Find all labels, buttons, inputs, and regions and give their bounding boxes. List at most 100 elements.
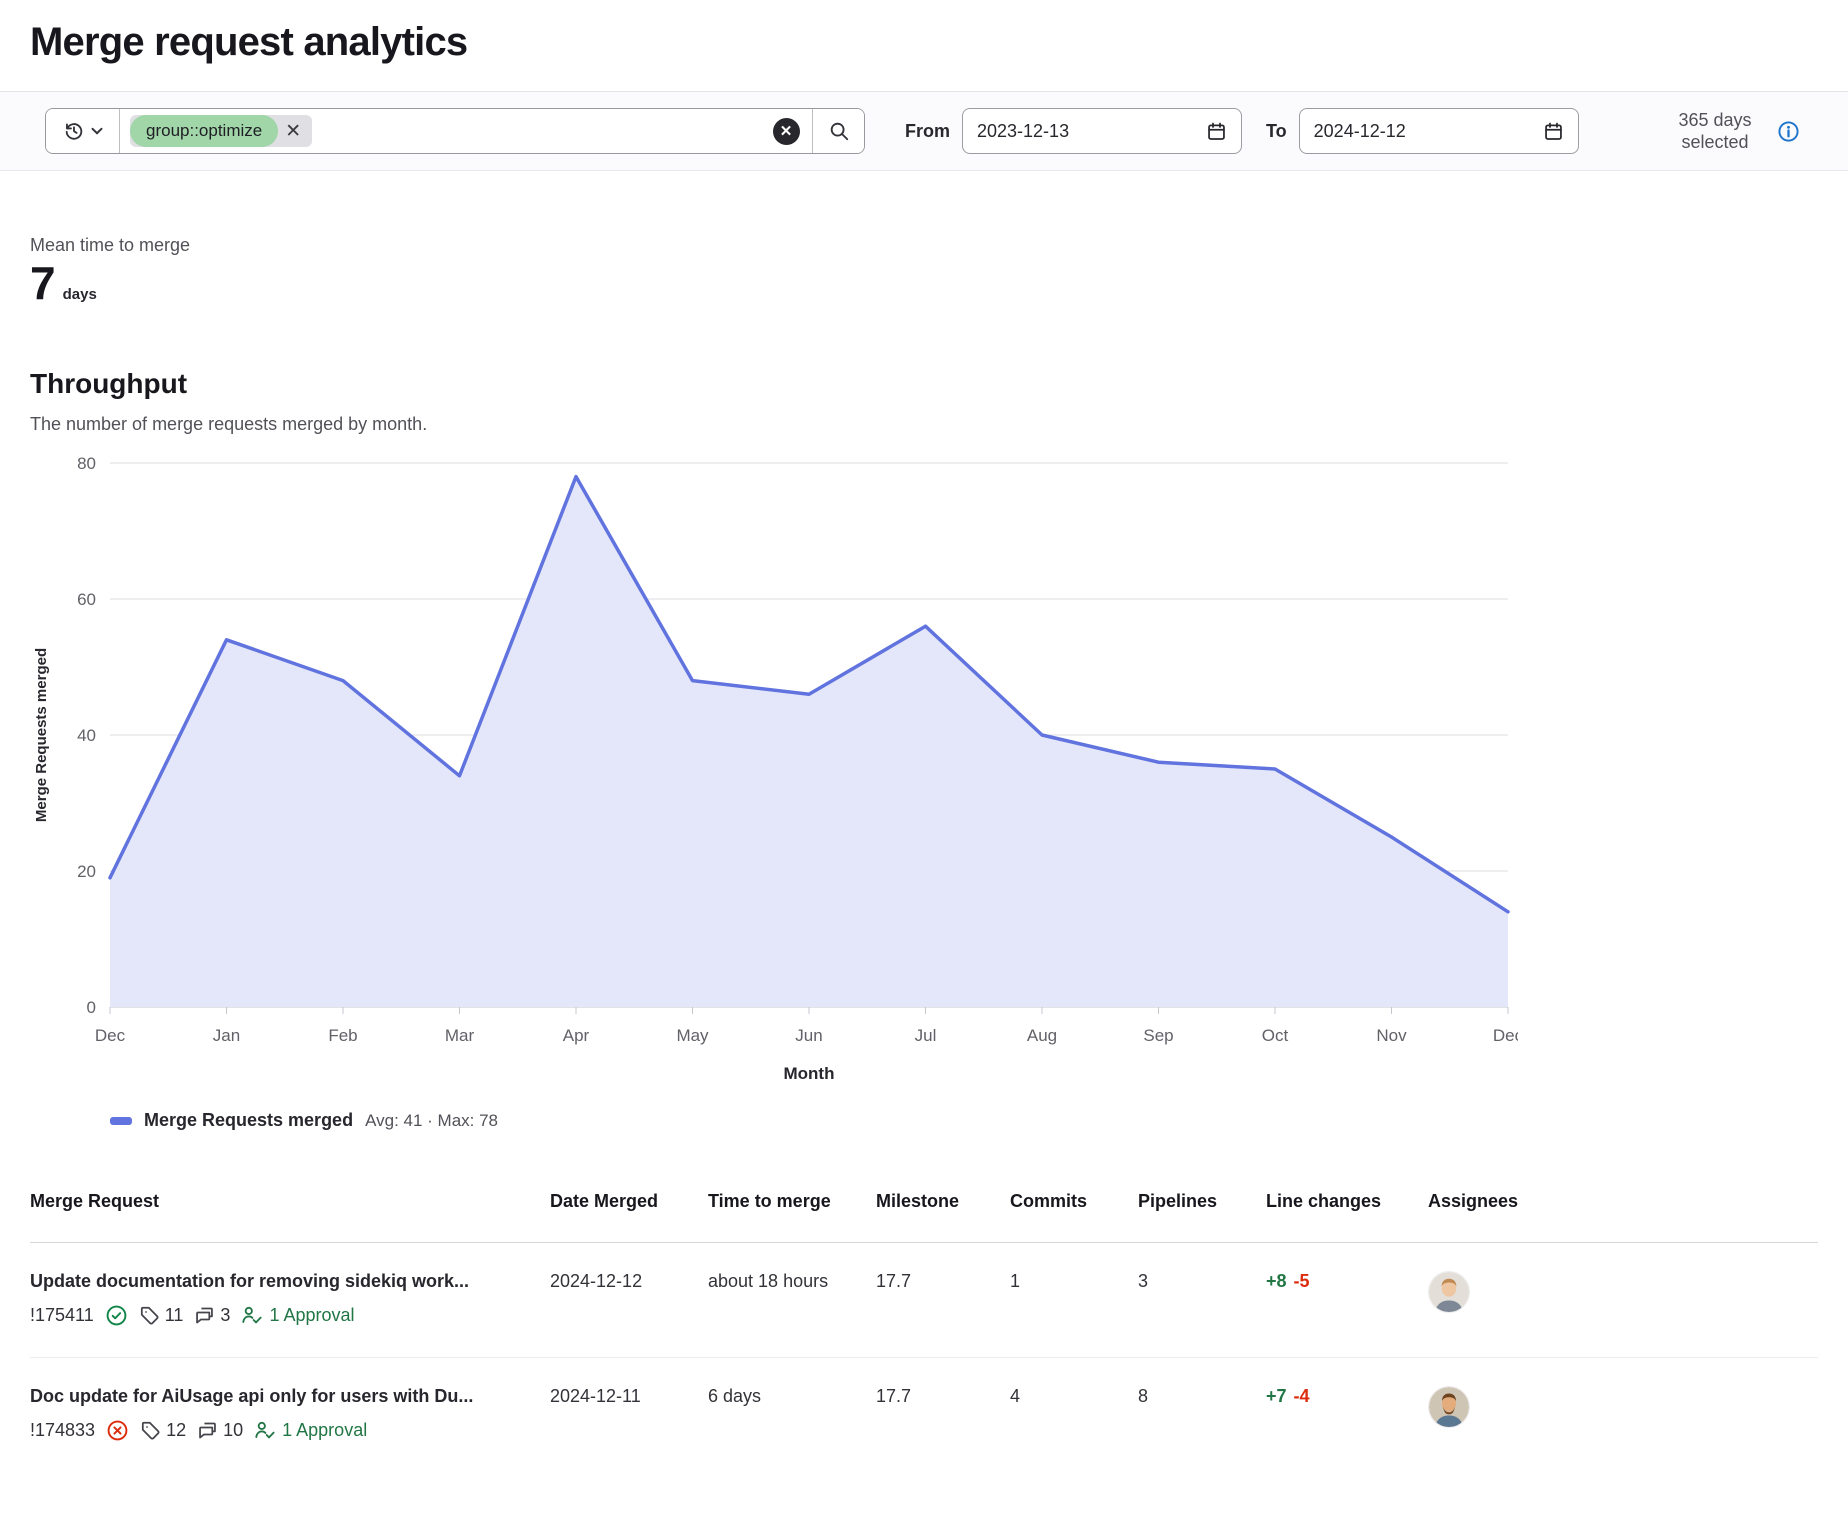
mr-id: !174833 — [30, 1420, 95, 1441]
col-milestone: Milestone — [876, 1177, 1010, 1243]
search-icon — [828, 120, 850, 142]
commits-cell: 1 — [1010, 1243, 1138, 1358]
filter-token-label[interactable]: group::optimize — [130, 115, 278, 147]
search-history-dropdown[interactable] — [46, 109, 120, 153]
date-merged-cell: 2024-12-11 — [550, 1358, 708, 1473]
comments-icon — [194, 1305, 215, 1326]
to-label: To — [1266, 121, 1287, 142]
throughput-description: The number of merge requests merged by m… — [30, 414, 1818, 435]
svg-text:Month: Month — [784, 1064, 835, 1083]
col-time-to-merge: Time to merge — [708, 1177, 876, 1243]
labels-count: 12 — [166, 1420, 186, 1441]
svg-text:80: 80 — [77, 454, 96, 473]
from-date-input[interactable]: 2023-12-13 — [962, 108, 1242, 154]
chevron-down-icon — [91, 127, 103, 135]
to-date-value: 2024-12-12 — [1314, 121, 1543, 142]
history-icon — [63, 120, 85, 142]
throughput-chart-wrap: 020406080DecJanFebMarAprMayJunJulAugSepO… — [30, 451, 1818, 1104]
svg-text:Jan: Jan — [213, 1026, 240, 1045]
calendar-icon[interactable] — [1543, 121, 1564, 142]
approvals-link[interactable]: 1 Approval — [241, 1305, 354, 1327]
svg-text:40: 40 — [77, 726, 96, 745]
legend-label: Merge Requests merged — [144, 1110, 353, 1131]
calendar-icon[interactable] — [1206, 121, 1227, 142]
throughput-heading: Throughput — [30, 368, 1818, 400]
token-remove-button[interactable]: ✕ — [278, 116, 308, 146]
from-label: From — [905, 121, 950, 142]
page-title: Merge request analytics — [30, 20, 1818, 65]
svg-text:May: May — [676, 1026, 709, 1045]
svg-text:Nov: Nov — [1376, 1026, 1407, 1045]
table-row: Update documentation for removing sideki… — [30, 1243, 1818, 1358]
svg-text:Sep: Sep — [1143, 1026, 1173, 1045]
svg-text:Mar: Mar — [445, 1026, 475, 1045]
line-changes-cell: +8 -5 — [1266, 1243, 1428, 1358]
stat-unit: days — [63, 286, 97, 303]
col-assignees: Assignees — [1428, 1177, 1818, 1243]
legend-swatch-icon — [110, 1117, 132, 1125]
x-circle-icon — [106, 1419, 129, 1442]
assignee-avatar[interactable] — [1428, 1386, 1470, 1428]
pipelines-cell: 8 — [1138, 1358, 1266, 1473]
approval-icon — [254, 1420, 276, 1442]
chart-legend: Merge Requests merged Avg: 41 · Max: 78 — [110, 1110, 1818, 1131]
time-to-merge-cell: about 18 hours — [708, 1243, 876, 1358]
col-date-merged: Date Merged — [550, 1177, 708, 1243]
svg-text:Merge Requests merged: Merge Requests merged — [33, 648, 50, 822]
legend-summary: Avg: 41 · Max: 78 — [365, 1111, 498, 1131]
approval-icon — [241, 1305, 263, 1327]
labels-count: 11 — [165, 1305, 184, 1326]
comments-count: 3 — [220, 1305, 230, 1326]
page-header: Merge request analytics — [0, 0, 1848, 91]
additions: +7 — [1266, 1386, 1287, 1406]
milestone-cell: 17.7 — [876, 1358, 1010, 1473]
svg-text:Dec: Dec — [1493, 1026, 1518, 1045]
svg-text:60: 60 — [77, 590, 96, 609]
table-row: Doc update for AiUsage api only for user… — [30, 1358, 1818, 1473]
time-to-merge-cell: 6 days — [708, 1358, 876, 1473]
assignee-avatar[interactable] — [1428, 1271, 1470, 1313]
col-line-changes: Line changes — [1266, 1177, 1428, 1243]
comments-icon — [197, 1420, 218, 1441]
clear-icon: ✕ — [773, 118, 800, 145]
days-selected-text: 365 days selected — [1663, 109, 1767, 154]
svg-text:0: 0 — [87, 998, 96, 1017]
to-date-input[interactable]: 2024-12-12 — [1299, 108, 1579, 154]
search-button[interactable] — [812, 109, 864, 153]
approvals-text: 1 Approval — [282, 1420, 367, 1441]
line-changes-cell: +7 -4 — [1266, 1358, 1428, 1473]
deletions: -5 — [1294, 1271, 1310, 1291]
additions: +8 — [1266, 1271, 1287, 1291]
comments-count: 10 — [223, 1420, 243, 1441]
filtered-search: group::optimize ✕ ✕ — [45, 108, 865, 154]
deletions: -4 — [1294, 1386, 1310, 1406]
stat-value: 7 — [30, 260, 56, 306]
mr-title-link[interactable]: Update documentation for removing sideki… — [30, 1271, 530, 1292]
date-merged-cell: 2024-12-12 — [550, 1243, 708, 1358]
search-input[interactable]: group::optimize ✕ — [120, 109, 760, 153]
info-icon[interactable] — [1777, 120, 1800, 143]
svg-text:Oct: Oct — [1262, 1026, 1289, 1045]
svg-text:Jul: Jul — [915, 1026, 937, 1045]
approvals-link[interactable]: 1 Approval — [254, 1420, 367, 1442]
merge-request-table: Merge Request Date Merged Time to merge … — [30, 1177, 1818, 1472]
label-icon — [140, 1420, 161, 1441]
col-commits: Commits — [1010, 1177, 1138, 1243]
mean-time-to-merge-stat: Mean time to merge 7 days — [30, 235, 1818, 306]
pipelines-cell: 3 — [1138, 1243, 1266, 1358]
col-merge-request: Merge Request — [30, 1177, 550, 1243]
check-circle-icon — [105, 1304, 128, 1327]
table-header-row: Merge Request Date Merged Time to merge … — [30, 1177, 1818, 1243]
svg-text:Aug: Aug — [1027, 1026, 1057, 1045]
from-date-value: 2023-12-13 — [977, 121, 1206, 142]
filter-token: group::optimize ✕ — [130, 115, 312, 147]
stat-label: Mean time to merge — [30, 235, 1818, 256]
col-pipelines: Pipelines — [1138, 1177, 1266, 1243]
label-icon — [139, 1305, 160, 1326]
clear-search-button[interactable]: ✕ — [760, 109, 812, 153]
days-selected: 365 days selected — [1663, 109, 1800, 154]
mr-title-link[interactable]: Doc update for AiUsage api only for user… — [30, 1386, 530, 1407]
svg-text:20: 20 — [77, 862, 96, 881]
svg-text:Feb: Feb — [328, 1026, 357, 1045]
mr-id: !175411 — [30, 1305, 94, 1326]
